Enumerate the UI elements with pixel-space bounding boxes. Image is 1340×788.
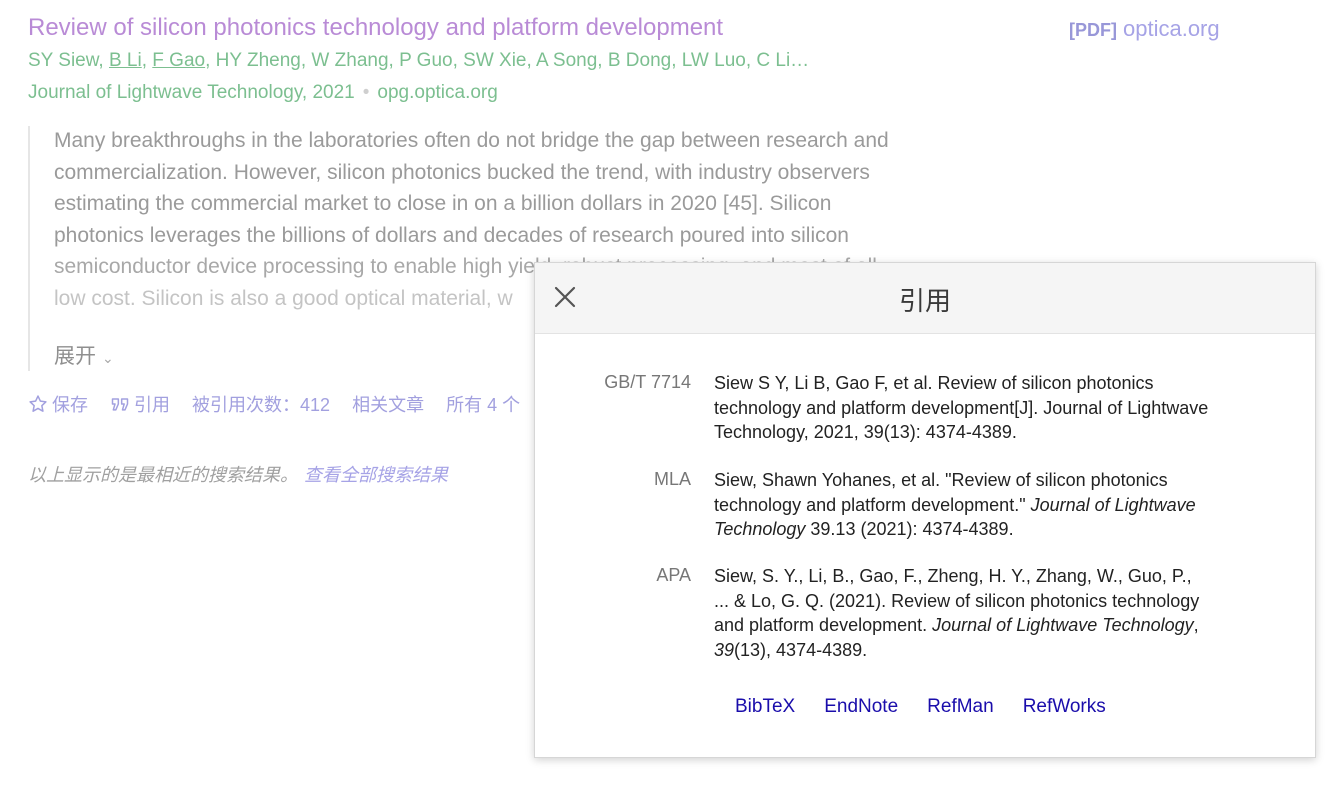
export-endnote-link[interactable]: EndNote: [824, 696, 898, 717]
snippet-divider: [28, 126, 30, 371]
cite-button[interactable]: 引用: [110, 395, 175, 415]
all-versions-link[interactable]: 所有 4 个: [446, 395, 520, 415]
citation-volume: 39: [714, 639, 735, 660]
citation-journal: Journal of Lightwave: [1030, 494, 1196, 515]
snippet-line: estimating the commercial market to clos…: [54, 192, 832, 215]
citation-line: Technology 39.13 (2021): 4374-4389.: [714, 517, 1274, 542]
citation-line: technology and platform development." Jo…: [714, 493, 1274, 518]
save-label: 保存: [52, 395, 88, 415]
citation-text[interactable]: Siew, Shawn Yohanes, et al. "Review of s…: [714, 468, 1274, 542]
pdf-domain: optica.org: [1123, 16, 1220, 41]
venue-text: Journal of Lightwave Technology, 2021: [28, 82, 355, 103]
citation-segment: and platform development.: [714, 615, 933, 635]
citation-style-label: GB/T 7714: [604, 372, 691, 392]
source-domain: opg.optica.org: [377, 82, 498, 103]
citation-style-label: APA: [656, 565, 691, 585]
citation-segment: ,: [1193, 615, 1199, 635]
expand-label: 展开: [54, 345, 96, 368]
citation-line: and platform development. Journal of Lig…: [714, 613, 1274, 638]
citation-segment: 39.13 (2021): 4374-4389.: [805, 519, 1014, 539]
citation-text[interactable]: Siew, S. Y., Li, B., Gao, F., Zheng, H. …: [714, 564, 1274, 662]
author-rest: , HY Zheng, W Zhang, P Guo, SW Xie, A So…: [205, 50, 810, 71]
pdf-link[interactable]: [PDF] optica.org: [1069, 16, 1220, 42]
chevron-down-icon: ⌄: [102, 350, 114, 366]
note-text: 以上显示的是最相近的搜索结果。: [28, 465, 298, 485]
related-articles-link[interactable]: 相关文章: [352, 395, 424, 415]
cite-dialog-header: 引用: [535, 263, 1315, 334]
citation-line: Technology, 2021, 39(13): 4374-4389.: [714, 422, 1017, 442]
export-links: BibTeX EndNote RefMan RefWorks: [735, 696, 1135, 718]
author-text: SY Siew,: [28, 50, 109, 71]
snippet-line: Many breakthroughs in the laboratories o…: [54, 129, 889, 152]
citation-style-label: MLA: [653, 469, 691, 489]
cite-dialog: 引用 GB/T 7714 Siew S Y, Li B, Gao F, et a…: [534, 262, 1316, 758]
snippet-line: commercialization. However, silicon phot…: [54, 160, 870, 184]
citation-line: Siew, Shawn Yohanes, et al. "Review of s…: [714, 470, 1168, 490]
citation-line: Siew, S. Y., Li, B., Gao, F., Zheng, H. …: [714, 566, 1192, 586]
result-venue: Journal of Lightwave Technology, 2021 • op…: [28, 82, 498, 104]
cite-label: 引用: [134, 395, 171, 415]
expand-button[interactable]: 展开 ⌄: [54, 340, 114, 370]
result-authors: SY Siew, B Li, F Gao, HY Zheng, W Zhang,…: [28, 50, 809, 72]
export-refworks-link[interactable]: RefWorks: [1023, 696, 1106, 717]
author-separator: ,: [141, 50, 153, 71]
citation-segment: technology and platform development.": [714, 494, 1031, 515]
author-link-f-gao[interactable]: F Gao: [152, 50, 205, 71]
cite-dialog-title: 引用: [898, 286, 951, 316]
citation-line: technology and platform development[J]. …: [714, 397, 1209, 418]
export-refman-link[interactable]: RefMan: [927, 696, 994, 717]
result-title-link[interactable]: Review of silicon photonics technology a…: [28, 14, 723, 42]
star-icon: [29, 395, 47, 412]
result-actions: 保存 引用 被引用次数：412 相关文章 所有 4 个: [28, 391, 537, 417]
citation-text[interactable]: Siew S Y, Li B, Gao F, et al. Review of …: [714, 371, 1274, 445]
venue-separator: •: [362, 82, 370, 103]
quote-icon: [111, 398, 129, 411]
pdf-tag: [PDF]: [1069, 20, 1117, 40]
author-link-b-li[interactable]: B Li: [109, 50, 142, 71]
cited-by-link[interactable]: 被引用次数：412: [192, 395, 330, 415]
save-button[interactable]: 保存: [28, 395, 93, 415]
citation-segment: (13), 4374-4389.: [734, 639, 868, 660]
snippet-line: photonics leverages the billions of doll…: [54, 223, 849, 247]
citation-journal: Technology: [714, 519, 806, 539]
view-all-results-link[interactable]: 查看全部搜索结果: [304, 465, 448, 485]
citation-line: ... & Lo, G. Q. (2021). Review of silico…: [714, 590, 1200, 611]
export-bibtex-link[interactable]: BibTeX: [735, 696, 795, 717]
closest-results-note: 以上显示的是最相近的搜索结果。 查看全部搜索结果: [28, 461, 448, 487]
citation-journal: Journal of Lightwave Technology: [932, 615, 1194, 635]
citation-line: Siew S Y, Li B, Gao F, et al. Review of …: [714, 373, 1154, 393]
citation-line: 39(13), 4374-4389.: [714, 638, 1274, 663]
search-results-page: Review of silicon photonics technology a…: [0, 0, 1340, 788]
